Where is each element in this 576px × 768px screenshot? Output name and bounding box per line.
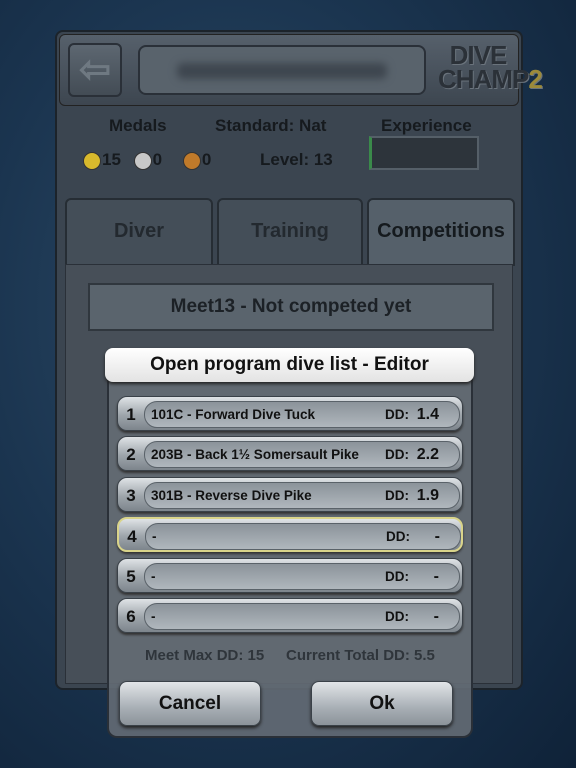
dive-name: 301B - Reverse Dive Pike — [151, 488, 312, 503]
dive-name: - — [152, 529, 157, 544]
experience-bar — [369, 136, 479, 170]
dd-label: DD: — [385, 609, 409, 624]
dd-value: 2.2 — [416, 446, 439, 463]
dive-number: 5 — [126, 567, 136, 586]
back-button[interactable]: ⇦ — [68, 43, 122, 97]
dive-slot[interactable]: - DD: - — [144, 603, 460, 630]
gold-medal-icon — [83, 151, 101, 170]
dive-slot[interactable]: 203B - Back 1½ Somersault Pike DD: 2.2 — [144, 441, 460, 468]
medals-label: Medals — [109, 116, 167, 135]
dive-row[interactable]: 3 301B - Reverse Dive Pike DD: 1.9 — [117, 477, 463, 512]
bronze-count: 0 — [201, 150, 212, 169]
logo: DIVE CHAMP2 — [438, 42, 543, 103]
silver-count: 0 — [152, 150, 163, 169]
dd-value: 1.9 — [416, 487, 439, 504]
bronze-medal-icon — [182, 151, 201, 170]
dive-row[interactable]: 6 - DD: - — [117, 598, 463, 633]
blurred-name — [177, 63, 387, 79]
medals-row: 15 0 0 — [83, 150, 211, 170]
dive-number: 6 — [126, 607, 136, 626]
experience-label: Experience — [381, 116, 472, 135]
dive-name: 203B - Back 1½ Somersault Pike — [151, 447, 359, 462]
dive-number: 2 — [126, 445, 136, 464]
standard-label: Standard: Nat — [215, 116, 327, 135]
arrow-left-icon: ⇦ — [79, 49, 111, 91]
dive-name: - — [151, 609, 156, 624]
diver-name-box — [138, 45, 426, 95]
dd-value: 1.4 — [416, 406, 439, 423]
dive-row[interactable]: 2 203B - Back 1½ Somersault Pike DD: 2.2 — [117, 436, 463, 471]
dive-row[interactable]: 5 - DD: - — [117, 558, 463, 593]
dive-slot[interactable]: 101C - Forward Dive Tuck DD: 1.4 — [144, 401, 460, 428]
dialog-title: Open program dive list - Editor — [105, 348, 474, 382]
gold-count: 15 — [102, 150, 121, 169]
level-label: Level: 13 — [260, 150, 333, 169]
dd-label: DD: — [385, 447, 409, 462]
dive-number: 4 — [127, 527, 137, 546]
dive-number: 3 — [126, 486, 136, 505]
dd-label: DD: — [385, 569, 409, 584]
current-total-dd: Current Total DD: 5.5 — [286, 647, 435, 664]
meet-max-dd: Meet Max DD: 15 — [145, 647, 265, 664]
tab-training[interactable]: Training — [217, 198, 363, 266]
dive-slot[interactable]: 301B - Reverse Dive Pike DD: 1.9 — [144, 482, 460, 509]
dive-row[interactable]: 4 - DD: - — [117, 517, 463, 552]
dive-slot[interactable]: - DD: - — [144, 563, 460, 590]
header: ⇦ DIVE CHAMP2 — [59, 34, 543, 106]
dive-name: 101C - Forward Dive Tuck — [151, 407, 316, 422]
logo-bottom: CHAMP — [438, 64, 529, 94]
dive-row[interactable]: 1 101C - Forward Dive Tuck DD: 1.4 — [117, 396, 463, 431]
ok-button[interactable]: Ok — [311, 681, 453, 726]
dd-label: DD: — [386, 529, 410, 544]
dive-name: - — [151, 569, 156, 584]
dd-label: DD: — [385, 407, 409, 422]
dd-value: - — [434, 528, 440, 545]
dive-number: 1 — [126, 405, 136, 424]
dd-value: - — [433, 608, 439, 625]
tab-diver[interactable]: Diver — [65, 198, 213, 266]
meet-status: Meet13 - Not competed yet — [88, 283, 494, 331]
logo-num: 2 — [528, 64, 543, 94]
tab-competitions[interactable]: Competitions — [367, 198, 515, 266]
cancel-button[interactable]: Cancel — [119, 681, 261, 726]
dd-label: DD: — [385, 488, 409, 503]
silver-medal-icon — [133, 151, 152, 170]
stats-bar: Medals 15 0 0 Standard: Nat Level: 13 Ex… — [57, 112, 521, 182]
dd-value: - — [433, 568, 439, 585]
dive-slot[interactable]: - DD: - — [145, 523, 461, 550]
